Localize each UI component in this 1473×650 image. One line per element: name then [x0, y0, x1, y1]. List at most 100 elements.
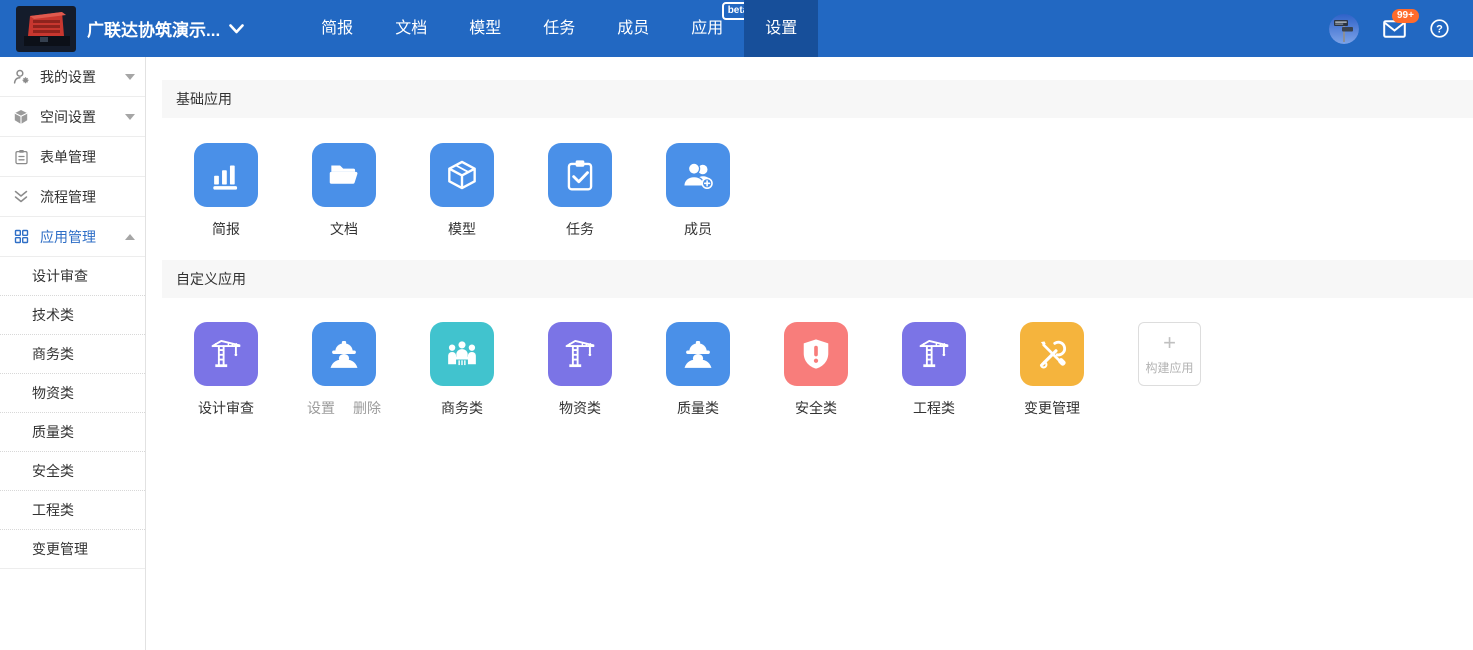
sidebar-item-app-management[interactable]: 应用管理: [0, 217, 145, 257]
app-tile-label: 质量类: [666, 398, 730, 418]
section-title-basic-apps: 基础应用: [162, 80, 1473, 118]
flow-icon: [12, 189, 30, 204]
workspace-title: 广联达协筑演示...: [87, 16, 220, 41]
app-tile-button[interactable]: [1020, 322, 1084, 386]
app-tile-button[interactable]: [784, 322, 848, 386]
helmet-icon: [679, 335, 717, 373]
sidebar-item-label: 空间设置: [40, 107, 96, 127]
plus-icon: +: [1163, 332, 1176, 354]
nav-item-tasks[interactable]: 任务: [522, 0, 596, 57]
nav-item-apps[interactable]: 应用 beta: [670, 0, 744, 57]
app-tile-label: 工程类: [902, 398, 966, 418]
build-app-label: 构建应用: [1145, 359, 1193, 376]
app-tile-hover-actions: 设置 删除: [312, 398, 376, 418]
app-tile-business: 商务类: [430, 322, 548, 418]
app-tile-models: 模型: [430, 143, 548, 239]
sidebar-item-space-settings[interactable]: 空间设置: [0, 97, 145, 137]
nav-item-documents[interactable]: 文档: [374, 0, 448, 57]
nav-item-models[interactable]: 模型: [448, 0, 522, 57]
app-tile-members: 成员: [666, 143, 784, 239]
app-tile-label: 设计审查: [194, 398, 258, 418]
cube-icon: [12, 109, 30, 125]
helmet-icon: [325, 335, 363, 373]
section-title-custom-apps: 自定义应用: [162, 260, 1473, 298]
sidebar-subitem-quality[interactable]: 质量类: [0, 413, 145, 452]
app-tile-label: 成员: [666, 219, 730, 239]
mail-unread-badge: 99+: [1392, 9, 1419, 23]
app-tile-button[interactable]: [548, 143, 612, 207]
sidebar-subitem-design-review[interactable]: 设计审查: [0, 257, 145, 296]
bar-chart-icon: [207, 156, 245, 194]
sidebar-item-label: 应用管理: [40, 227, 96, 247]
sidebar-subitem-business[interactable]: 商务类: [0, 335, 145, 374]
workspace-logo: [16, 6, 76, 52]
app-tile-button[interactable]: [194, 322, 258, 386]
tools-icon: [1033, 335, 1071, 373]
sidebar-subitem-change-management[interactable]: 变更管理: [0, 530, 145, 569]
app-tile-button[interactable]: [430, 322, 494, 386]
app-tile-briefing: 简报: [194, 143, 312, 239]
help-button[interactable]: ?: [1430, 19, 1449, 38]
sidebar-item-label: 流程管理: [40, 187, 96, 207]
grid-icon: [12, 229, 30, 244]
app-tile-button[interactable]: [548, 322, 612, 386]
app-tile-quality: 质量类: [666, 322, 784, 418]
app-tile-label: 模型: [430, 219, 494, 239]
app-tile-button[interactable]: [312, 143, 376, 207]
user-gear-icon: [12, 68, 30, 85]
avatar[interactable]: [1329, 14, 1359, 44]
sidebar-item-my-settings[interactable]: 我的设置: [0, 57, 145, 97]
app-tile-label: 简报: [194, 219, 258, 239]
caret-up-icon: [125, 234, 135, 240]
caret-down-icon: [125, 114, 135, 120]
app-tile-label: 变更管理: [1020, 398, 1084, 418]
app-tile-safety: 安全类: [784, 322, 902, 418]
meeting-icon: [443, 335, 481, 373]
crane-icon: [561, 335, 599, 373]
app-tile-button[interactable]: [312, 322, 376, 386]
app-management-panel: 基础应用 简报: [146, 57, 1473, 650]
topbar: 广联达协筑演示... 简报 文档 模型 任务 成员 应用 beta 设置: [0, 0, 1473, 57]
app-tile-button[interactable]: [430, 143, 494, 207]
app-tile-engineering: 工程类: [902, 322, 1020, 418]
form-icon: [12, 149, 30, 165]
custom-apps-row: 设计审查 设置: [162, 322, 1473, 418]
nav-item-settings[interactable]: 设置: [744, 0, 818, 57]
sidebar-item-process-management[interactable]: 流程管理: [0, 177, 145, 217]
sidebar-item-form-management[interactable]: 表单管理: [0, 137, 145, 177]
app-tile-documents: 文档: [312, 143, 430, 239]
nav-item-members[interactable]: 成员: [596, 0, 670, 57]
sidebar-subitem-materials[interactable]: 物资类: [0, 374, 145, 413]
app-tile-label: 物资类: [548, 398, 612, 418]
app-tile-button[interactable]: [666, 143, 730, 207]
app-delete-link[interactable]: 删除: [353, 398, 381, 418]
app-tile-label: 任务: [548, 219, 612, 239]
mail-button[interactable]: 99+: [1383, 20, 1406, 38]
folder-icon: [325, 156, 363, 194]
app-tile-button[interactable]: [194, 143, 258, 207]
topbar-right: 99+ ?: [1329, 14, 1473, 44]
sidebar-subitem-engineering[interactable]: 工程类: [0, 491, 145, 530]
sidebar-subitem-technical[interactable]: 技术类: [0, 296, 145, 335]
clipboard-check-icon: [561, 156, 599, 194]
app-settings-link[interactable]: 设置: [307, 398, 335, 418]
app-tile-label: 安全类: [784, 398, 848, 418]
app-tile-hovered: 设置 删除: [312, 322, 430, 418]
sidebar-subitem-safety[interactable]: 安全类: [0, 452, 145, 491]
chevron-down-icon: [229, 24, 244, 34]
basic-apps-row: 简报 文档: [162, 143, 1473, 239]
top-nav: 简报 文档 模型 任务 成员 应用 beta 设置: [300, 0, 818, 57]
build-app-cell: + 构建应用: [1138, 322, 1256, 418]
settings-sidebar: 我的设置 空间设置 表单管理: [0, 57, 146, 650]
app-tile-label: 文档: [312, 219, 376, 239]
cube-3d-icon: [443, 156, 481, 194]
caret-down-icon: [125, 74, 135, 80]
nav-item-briefing[interactable]: 简报: [300, 0, 374, 57]
workspace-switcher[interactable]: 广联达协筑演示...: [87, 16, 244, 41]
app-tile-change-management: 变更管理: [1020, 322, 1138, 418]
app-tile-button[interactable]: [666, 322, 730, 386]
build-app-button[interactable]: + 构建应用: [1138, 322, 1201, 386]
users-plus-icon: [679, 156, 717, 194]
app-tile-button[interactable]: [902, 322, 966, 386]
crane-icon: [915, 335, 953, 373]
